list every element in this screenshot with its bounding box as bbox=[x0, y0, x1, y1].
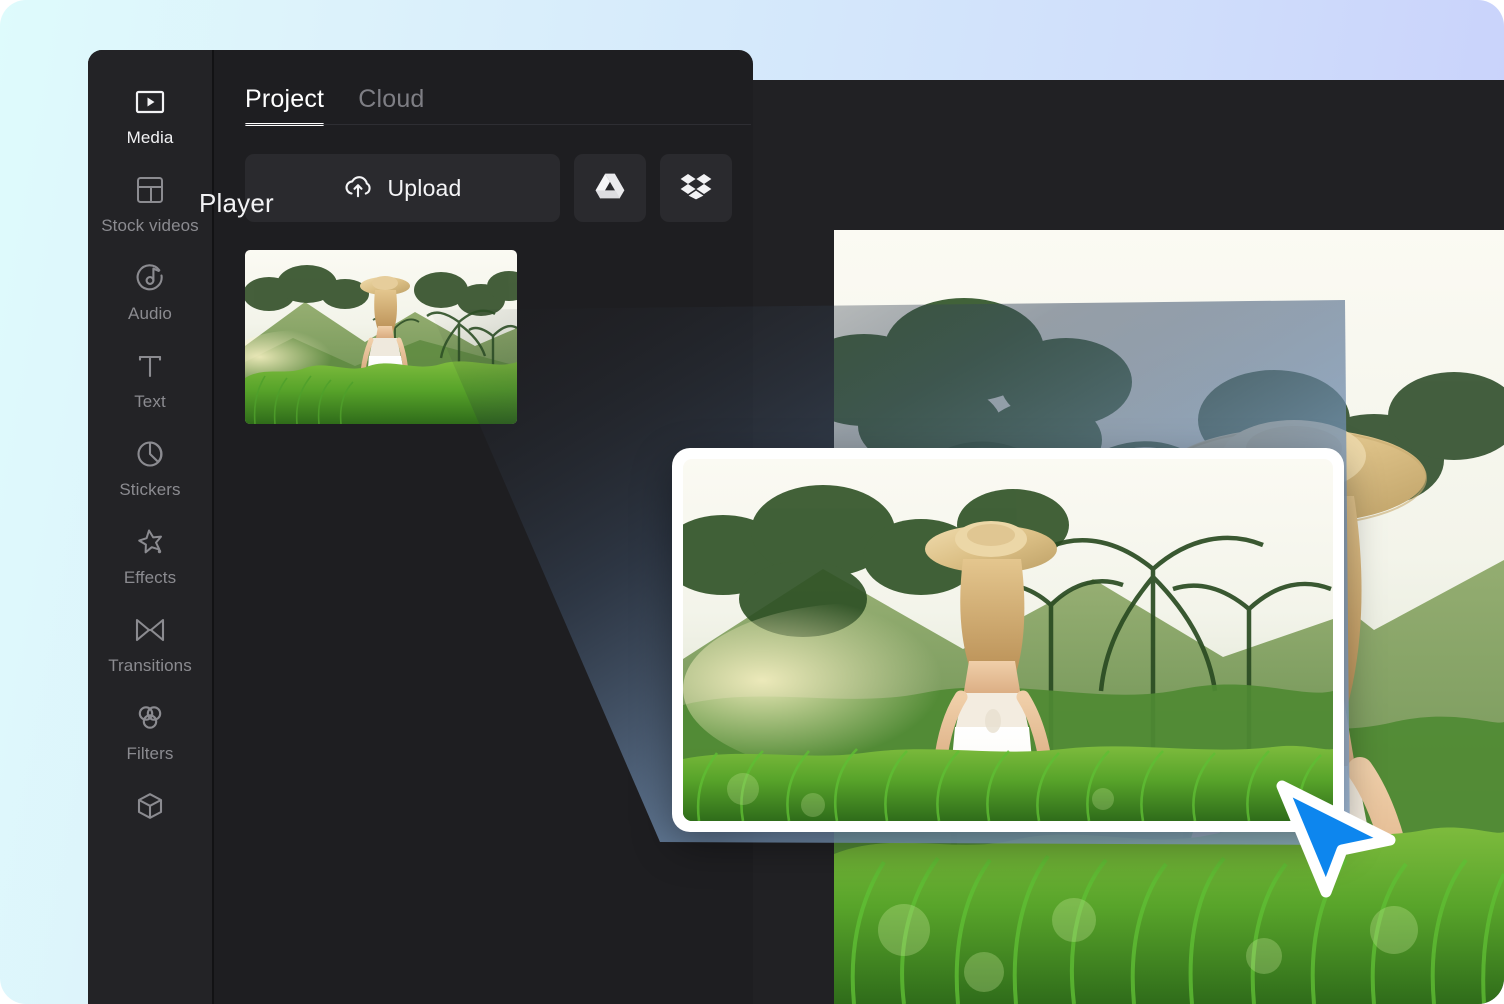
stickers-icon bbox=[134, 438, 166, 470]
sidebar-item-label: Media bbox=[126, 128, 174, 147]
sidebar-item-label: Transitions bbox=[108, 656, 192, 675]
dragged-card-artwork bbox=[683, 459, 1333, 821]
sidebar: Media Stock videos Audio Text Stickers E… bbox=[88, 50, 212, 1004]
app-window: Media Stock videos Audio Text Stickers E… bbox=[0, 0, 1504, 1004]
tab-project[interactable]: Project bbox=[245, 85, 325, 126]
sidebar-item-text[interactable]: Text bbox=[88, 350, 212, 412]
sidebar-item-filters[interactable]: Filters bbox=[88, 702, 212, 764]
tabs-divider bbox=[245, 124, 751, 125]
media-tabs: Project Cloud bbox=[245, 72, 425, 126]
sidebar-item-label: Filters bbox=[126, 744, 174, 763]
sidebar-item-label: Stock videos bbox=[101, 216, 199, 235]
thumbnail-artwork bbox=[245, 250, 517, 424]
google-drive-icon bbox=[594, 172, 626, 205]
cube-icon bbox=[134, 790, 166, 822]
sidebar-item-stickers[interactable]: Stickers bbox=[88, 438, 212, 500]
sidebar-item-label: Text bbox=[134, 392, 166, 411]
upload-button-label: Upload bbox=[387, 174, 462, 201]
sidebar-item-stock-videos[interactable]: Stock videos bbox=[88, 174, 212, 236]
google-drive-button[interactable] bbox=[574, 154, 646, 222]
dropbox-icon bbox=[680, 172, 712, 205]
sidebar-item-label: Effects bbox=[123, 568, 177, 587]
player-title: Player bbox=[199, 188, 274, 218]
sidebar-item-transitions[interactable]: Transitions bbox=[88, 614, 212, 676]
upload-button[interactable]: Upload bbox=[245, 154, 560, 222]
sidebar-item-effects[interactable]: Effects bbox=[88, 526, 212, 588]
media-toolbar: Upload bbox=[245, 154, 732, 222]
effects-icon bbox=[134, 526, 166, 558]
sidebar-item-label: Stickers bbox=[119, 480, 181, 499]
transitions-icon bbox=[134, 614, 166, 646]
media-icon bbox=[134, 86, 166, 118]
dropbox-button[interactable] bbox=[660, 154, 732, 222]
audio-icon bbox=[134, 262, 166, 294]
sidebar-item-media[interactable]: Media bbox=[88, 86, 212, 148]
filters-icon bbox=[134, 702, 166, 734]
dragged-media-preview bbox=[683, 459, 1333, 821]
tab-cloud[interactable]: Cloud bbox=[358, 85, 424, 126]
sidebar-item-elements[interactable] bbox=[88, 790, 212, 831]
dragged-media-card[interactable] bbox=[672, 448, 1344, 832]
stock-videos-icon bbox=[134, 174, 166, 206]
sidebar-item-audio[interactable]: Audio bbox=[88, 262, 212, 324]
sidebar-item-label: Audio bbox=[128, 304, 172, 323]
cloud-upload-icon bbox=[343, 173, 373, 204]
media-asset-thumbnail[interactable] bbox=[245, 250, 517, 424]
text-icon bbox=[134, 350, 166, 382]
